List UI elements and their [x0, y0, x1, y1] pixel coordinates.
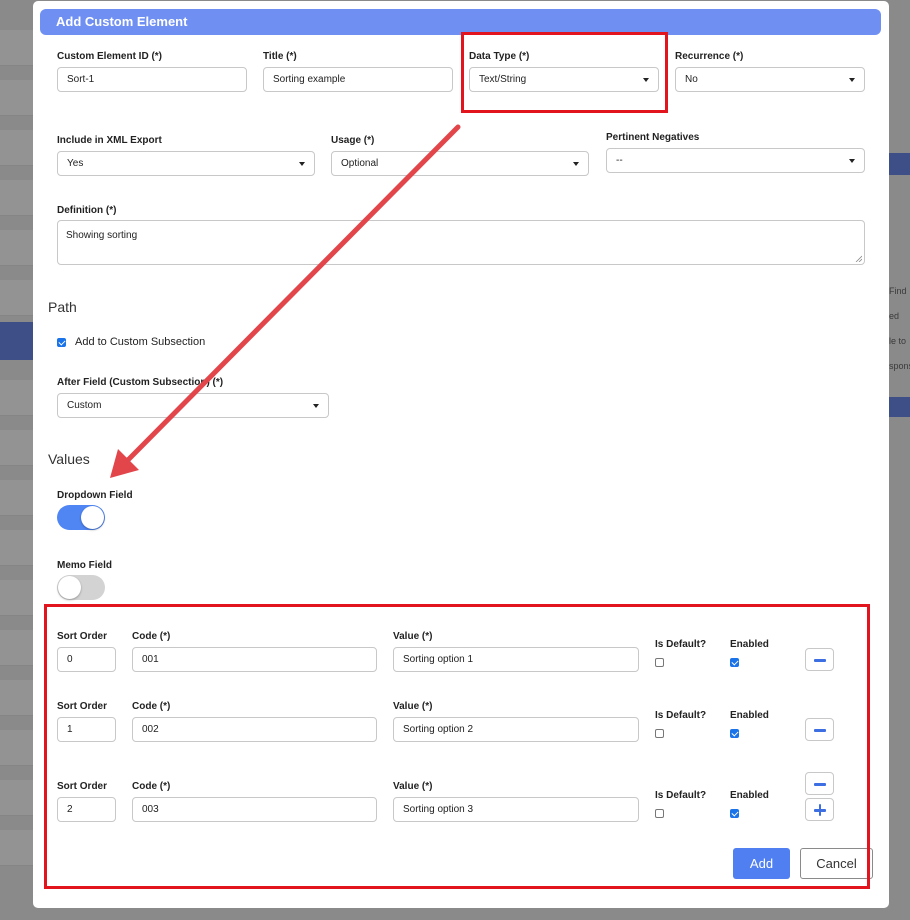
pertinent-negatives-select[interactable]: --: [606, 148, 865, 173]
pertinent-negatives-label: Pertinent Negatives: [606, 132, 700, 143]
definition-label: Definition (*): [57, 205, 117, 216]
minus-icon: [814, 659, 826, 662]
sort-order-input[interactable]: 0: [57, 647, 116, 672]
plus-icon-vertical: [818, 804, 822, 816]
bg-text: spons: [889, 361, 910, 371]
minus-icon: [814, 783, 826, 786]
code-label: Code (*): [132, 701, 171, 712]
remove-row-button[interactable]: [805, 772, 834, 795]
bg-text: ed: [889, 311, 900, 321]
toggle-knob: [81, 506, 104, 529]
definition-value: Showing sorting: [66, 230, 138, 241]
bg-text: le to: [889, 336, 907, 346]
enabled-label: Enabled: [730, 710, 769, 721]
add-to-subsection-label: Add to Custom Subsection: [75, 336, 206, 348]
definition-textarea[interactable]: Showing sorting: [57, 220, 865, 265]
code-label: Code (*): [132, 631, 171, 642]
sort-order-label: Sort Order: [57, 631, 108, 642]
dropdown-field-toggle[interactable]: [57, 505, 105, 530]
is-default-label: Is Default?: [655, 790, 707, 801]
add-custom-element-modal: Add Custom Element Custom Element ID (*)…: [33, 1, 889, 908]
remove-row-button[interactable]: [805, 718, 834, 741]
chevron-down-icon: [643, 78, 649, 82]
recurrence-value: No: [685, 74, 698, 85]
value-input[interactable]: Sorting option 3: [393, 797, 639, 822]
custom-element-id-input[interactable]: Sort-1: [57, 67, 247, 92]
data-type-label: Data Type (*): [469, 51, 530, 62]
value-label: Value (*): [393, 701, 433, 712]
value-input[interactable]: Sorting option 1: [393, 647, 639, 672]
code-input[interactable]: 003: [132, 797, 377, 822]
sort-order-label: Sort Order: [57, 701, 108, 712]
include-xml-select[interactable]: Yes: [57, 151, 315, 176]
enabled-label: Enabled: [730, 639, 769, 650]
usage-value: Optional: [341, 158, 379, 169]
data-type-value: Text/String: [479, 74, 527, 85]
after-field-value: Custom: [67, 400, 102, 411]
custom-element-id-label: Custom Element ID (*): [57, 51, 163, 62]
remove-row-button[interactable]: [805, 648, 834, 671]
chevron-down-icon: [299, 162, 305, 166]
code-label: Code (*): [132, 781, 171, 792]
is-default-checkbox[interactable]: [655, 729, 664, 738]
path-section-title: Path: [48, 299, 77, 315]
add-to-subsection-checkbox[interactable]: [57, 338, 66, 347]
include-xml-value: Yes: [67, 158, 84, 169]
add-button[interactable]: Add: [733, 848, 790, 879]
is-default-checkbox[interactable]: [655, 809, 664, 818]
enabled-label: Enabled: [730, 790, 769, 801]
chevron-down-icon: [849, 78, 855, 82]
sort-order-input[interactable]: 2: [57, 797, 116, 822]
pertinent-negatives-value: --: [616, 155, 623, 166]
is-default-checkbox[interactable]: [655, 658, 664, 667]
code-input[interactable]: 002: [132, 717, 377, 742]
add-row-button[interactable]: [805, 798, 834, 821]
usage-label: Usage (*): [331, 135, 375, 146]
cancel-button[interactable]: Cancel: [800, 848, 873, 879]
data-type-select[interactable]: Text/String: [469, 67, 659, 92]
bg-text: Find: [889, 286, 907, 296]
bg-right-bar: [889, 153, 910, 175]
resize-handle-icon[interactable]: [855, 255, 862, 262]
chevron-down-icon: [849, 159, 855, 163]
dropdown-field-label: Dropdown Field: [57, 490, 133, 501]
bg-active-nav: [0, 322, 33, 360]
recurrence-select[interactable]: No: [675, 67, 865, 92]
enabled-checkbox[interactable]: [730, 729, 739, 738]
value-input[interactable]: Sorting option 2: [393, 717, 639, 742]
code-input[interactable]: 001: [132, 647, 377, 672]
minus-icon: [814, 729, 826, 732]
memo-field-label: Memo Field: [57, 560, 113, 571]
sort-order-label: Sort Order: [57, 781, 108, 792]
enabled-checkbox[interactable]: [730, 658, 739, 667]
is-default-label: Is Default?: [655, 639, 707, 650]
toggle-knob: [58, 576, 81, 599]
value-label: Value (*): [393, 781, 433, 792]
recurrence-label: Recurrence (*): [675, 51, 744, 62]
memo-field-toggle[interactable]: [57, 575, 105, 600]
usage-select[interactable]: Optional: [331, 151, 589, 176]
value-label: Value (*): [393, 631, 433, 642]
is-default-label: Is Default?: [655, 710, 707, 721]
after-field-select[interactable]: Custom: [57, 393, 329, 418]
chevron-down-icon: [573, 162, 579, 166]
modal-title: Add Custom Element: [40, 9, 881, 35]
values-section-title: Values: [48, 451, 90, 467]
title-input[interactable]: Sorting example: [263, 67, 453, 92]
bg-right-bar: [889, 397, 910, 417]
title-label: Title (*): [263, 51, 297, 62]
chevron-down-icon: [313, 404, 319, 408]
enabled-checkbox[interactable]: [730, 809, 739, 818]
sort-order-input[interactable]: 1: [57, 717, 116, 742]
include-xml-label: Include in XML Export: [57, 135, 162, 146]
after-field-label: After Field (Custom Subsection) (*): [57, 377, 224, 388]
